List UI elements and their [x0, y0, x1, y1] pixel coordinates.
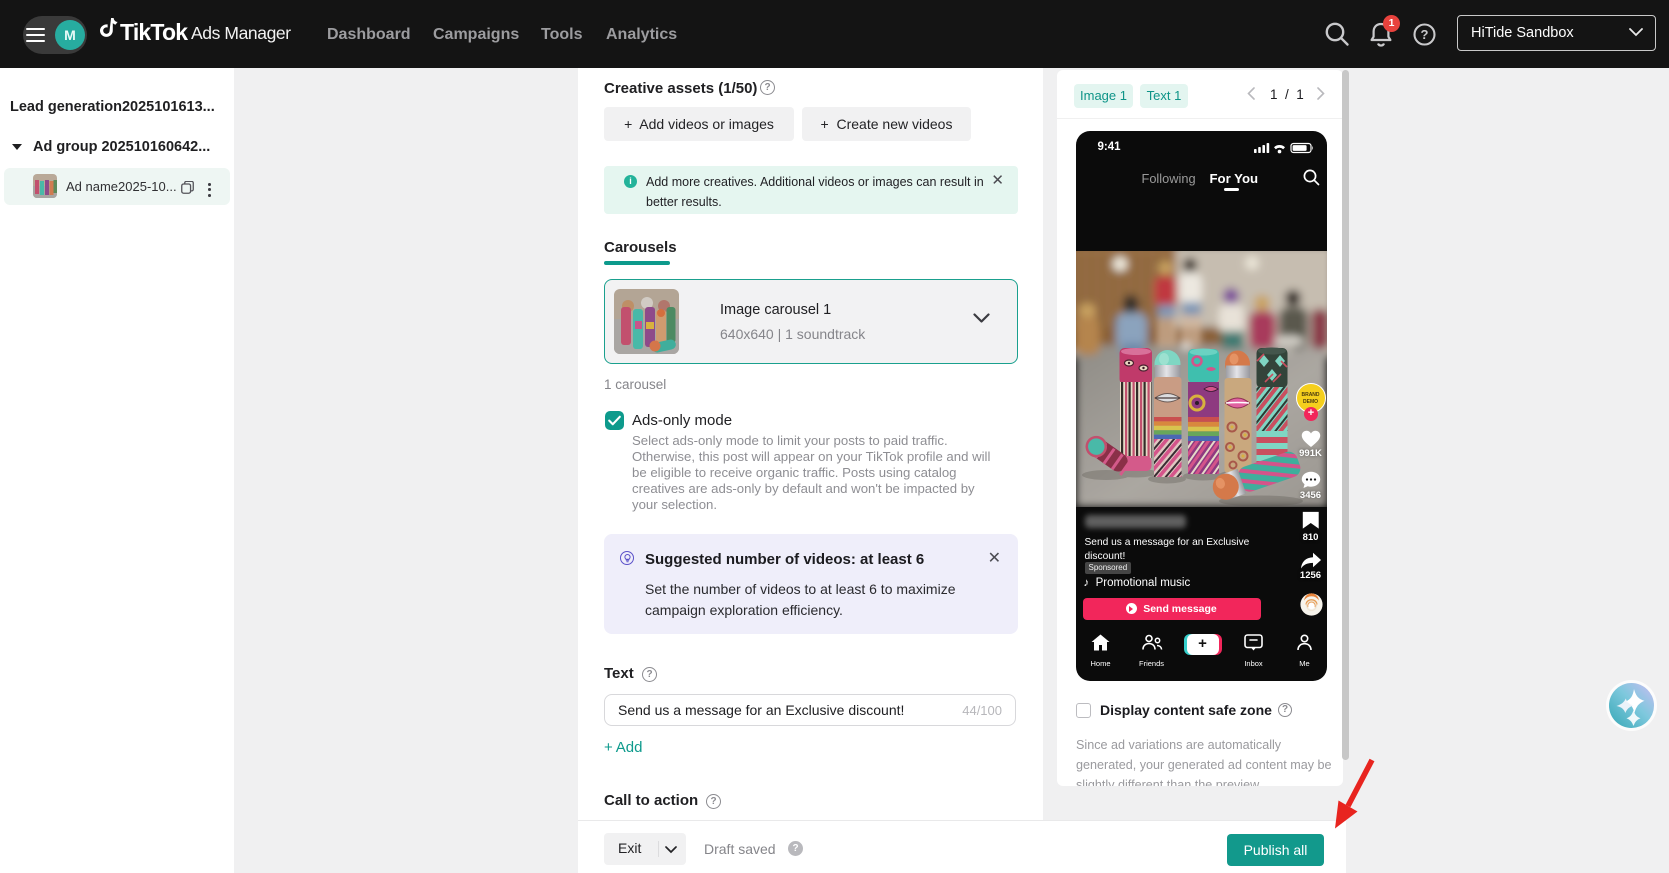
- svg-text:?: ?: [1421, 27, 1429, 42]
